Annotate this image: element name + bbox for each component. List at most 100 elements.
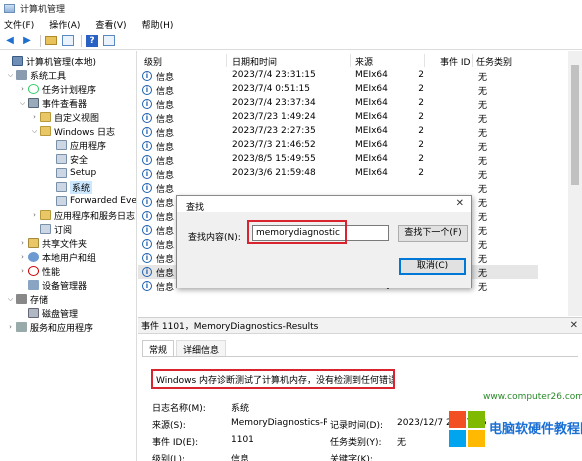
tree-item-application-log[interactable]: 应用程序 (46, 138, 106, 152)
details-header: 事件 1101，MemoryDiagnostics-Results (138, 318, 582, 334)
event-id-cell: 2 (418, 84, 424, 94)
datetime-cell: 2023/7/4 0:51:15 (232, 84, 310, 94)
back-arrow-icon[interactable]: ◀ (3, 34, 17, 48)
column-header-source[interactable]: 来源 (355, 55, 373, 68)
table-row[interactable]: i 信息 2023/3/6 21:59:48 MEIx64 2 无 (138, 167, 538, 181)
tree-item-computer-management[interactable]: 计算机管理(本地) (2, 54, 96, 68)
properties-icon[interactable] (102, 34, 116, 48)
tab-details[interactable]: 详细信息 (176, 340, 227, 356)
menu-view[interactable]: 查看(V) (95, 18, 126, 31)
tree-item-storage[interactable]: ⌵ 存储 (6, 292, 48, 306)
collapse-arrow-icon[interactable]: › (18, 253, 27, 261)
log-icon (56, 196, 67, 206)
forward-arrow-icon[interactable]: ▶ (20, 34, 34, 48)
folder-icon (40, 126, 51, 136)
event-message-text: Windows 内存诊断测试了计算机内存，没有检测到任何错误 (156, 375, 395, 386)
cancel-button[interactable]: 取消(C) (399, 258, 466, 275)
tree-item-disk-management[interactable]: 磁盘管理 (18, 306, 78, 320)
table-row[interactable]: i 信息 2023/7/4 0:51:15 MEIx64 2 无 (138, 83, 538, 97)
tab-general[interactable]: 常规 (142, 340, 175, 356)
help-icon[interactable]: ? (85, 34, 99, 48)
expand-arrow-icon[interactable]: ⌵ (18, 99, 27, 108)
expand-arrow-icon[interactable]: ⌵ (6, 295, 15, 304)
find-what-label: 查找内容(N): (188, 233, 241, 243)
collapse-arrow-icon[interactable]: › (30, 113, 39, 121)
table-row[interactable]: i 信息 2023/7/23 2:27:35 MEIx64 2 无 (138, 125, 538, 139)
level-cell: 信息 (156, 283, 175, 293)
column-header-event-id[interactable]: 事件 ID (440, 55, 470, 68)
close-icon[interactable]: ✕ (570, 320, 578, 331)
collapse-arrow-icon[interactable]: › (18, 85, 27, 93)
info-icon: i (142, 225, 152, 235)
show-hide-tree-icon[interactable] (61, 34, 75, 48)
event-list-scrollbar[interactable] (568, 51, 582, 316)
tree-item-subscriptions[interactable]: 订阅 (30, 222, 72, 236)
level-cell: 信息 (156, 171, 175, 181)
info-icon: i (142, 169, 152, 179)
info-icon: i (142, 141, 152, 151)
info-icon: i (142, 155, 152, 165)
tree-item-windows-logs[interactable]: ⌵ Windows 日志 (30, 124, 115, 138)
tree-item-local-users-groups[interactable]: › 本地用户和组 (18, 250, 96, 264)
tree-item-setup-log[interactable]: Setup (46, 166, 96, 180)
tree-item-shared-folders[interactable]: › 共享文件夹 (18, 236, 87, 250)
column-header-task-category[interactable]: 任务类别 (476, 55, 512, 68)
up-folder-icon[interactable] (44, 34, 58, 48)
level-cell: 信息 (156, 73, 175, 83)
find-dialog: 查找 ✕ 查找内容(N): memorydiagnostic 查找下一个(F) … (176, 195, 472, 288)
performance-icon (28, 266, 39, 276)
category-cell: 无 (478, 87, 488, 97)
tree-item-performance[interactable]: › 性能 (18, 264, 60, 278)
collapse-arrow-icon[interactable]: › (30, 211, 39, 219)
level-cell: 信息 (156, 101, 175, 111)
level-cell: 信息 (156, 199, 175, 209)
tree-item-custom-views[interactable]: › 自定义视图 (30, 110, 99, 124)
table-row[interactable]: i 信息 2023/7/4 23:37:34 MEIx64 2 无 (138, 97, 538, 111)
category-cell: 无 (478, 269, 488, 279)
close-icon[interactable]: ✕ (456, 198, 464, 209)
keywords-label: 关键字(K): (330, 455, 373, 461)
tree-item-system-log[interactable]: 系统 (46, 180, 93, 194)
table-row[interactable]: i 信息 2023/7/4 23:31:15 MEIx64 2 无 (138, 69, 538, 83)
datetime-cell: 2023/8/5 15:49:55 (232, 154, 316, 164)
tree-item-task-scheduler[interactable]: › 任务计划程序 (18, 82, 96, 96)
find-next-button[interactable]: 查找下一个(F) (398, 225, 468, 242)
menu-action[interactable]: 操作(A) (49, 18, 80, 31)
computer-management-icon (4, 3, 15, 13)
menu-file[interactable]: 文件(F) (4, 18, 34, 31)
event-id-cell: 2 (418, 126, 424, 136)
table-row[interactable]: i 信息 无 (138, 181, 538, 195)
info-icon: i (142, 71, 152, 81)
collapse-arrow-icon[interactable]: › (18, 267, 27, 275)
tree-item-app-service-logs[interactable]: › 应用程序和服务日志 (30, 208, 135, 222)
category-cell: 无 (478, 143, 488, 153)
site-watermark: www.computer26.com 电脑软硬件教程网 (449, 392, 582, 461)
table-row[interactable]: i 信息 2023/8/5 15:49:55 MEIx64 2 无 (138, 153, 538, 167)
log-icon (56, 154, 67, 164)
column-header-datetime[interactable]: 日期和时间 (232, 55, 277, 68)
clock-icon (28, 84, 39, 94)
expand-arrow-icon[interactable]: ⌵ (30, 127, 39, 136)
column-header-level[interactable]: 级别 (144, 55, 162, 68)
menu-help[interactable]: 帮助(H) (142, 18, 174, 31)
event-message: Windows 内存诊断测试了计算机内存，没有检测到任何错误 (151, 369, 395, 389)
tree-item-security-log[interactable]: 安全 (46, 152, 88, 166)
tree-item-services-apps[interactable]: › 服务和应用程序 (6, 320, 93, 334)
event-id-cell: 2 (418, 168, 424, 178)
source-cell: MEIx64 (355, 98, 388, 108)
list-header: 级别 日期和时间 来源 事件 ID 任务类别 (138, 54, 582, 68)
scrollbar-thumb[interactable] (571, 65, 579, 185)
tree-item-forwarded-events[interactable]: Forwarded Eve (46, 194, 136, 208)
tree-item-device-manager[interactable]: 设备管理器 (18, 278, 87, 292)
table-row[interactable]: i 信息 2023/7/23 1:49:24 MEIx64 2 无 (138, 111, 538, 125)
table-row[interactable]: i 信息 2023/7/3 21:46:52 MEIx64 2 无 (138, 139, 538, 153)
toolbar: ◀ ▶ ? (0, 32, 582, 50)
tree-item-event-viewer[interactable]: ⌵ 事件查看器 (18, 96, 87, 110)
expand-arrow-icon[interactable]: ⌵ (6, 71, 15, 80)
tree-item-system-tools[interactable]: ⌵ 系统工具 (6, 68, 66, 82)
category-cell: 无 (478, 101, 488, 111)
collapse-arrow-icon[interactable]: › (18, 239, 27, 247)
source-cell: MEIx64 (355, 84, 388, 94)
collapse-arrow-icon[interactable]: › (6, 323, 15, 331)
users-icon (28, 252, 39, 262)
